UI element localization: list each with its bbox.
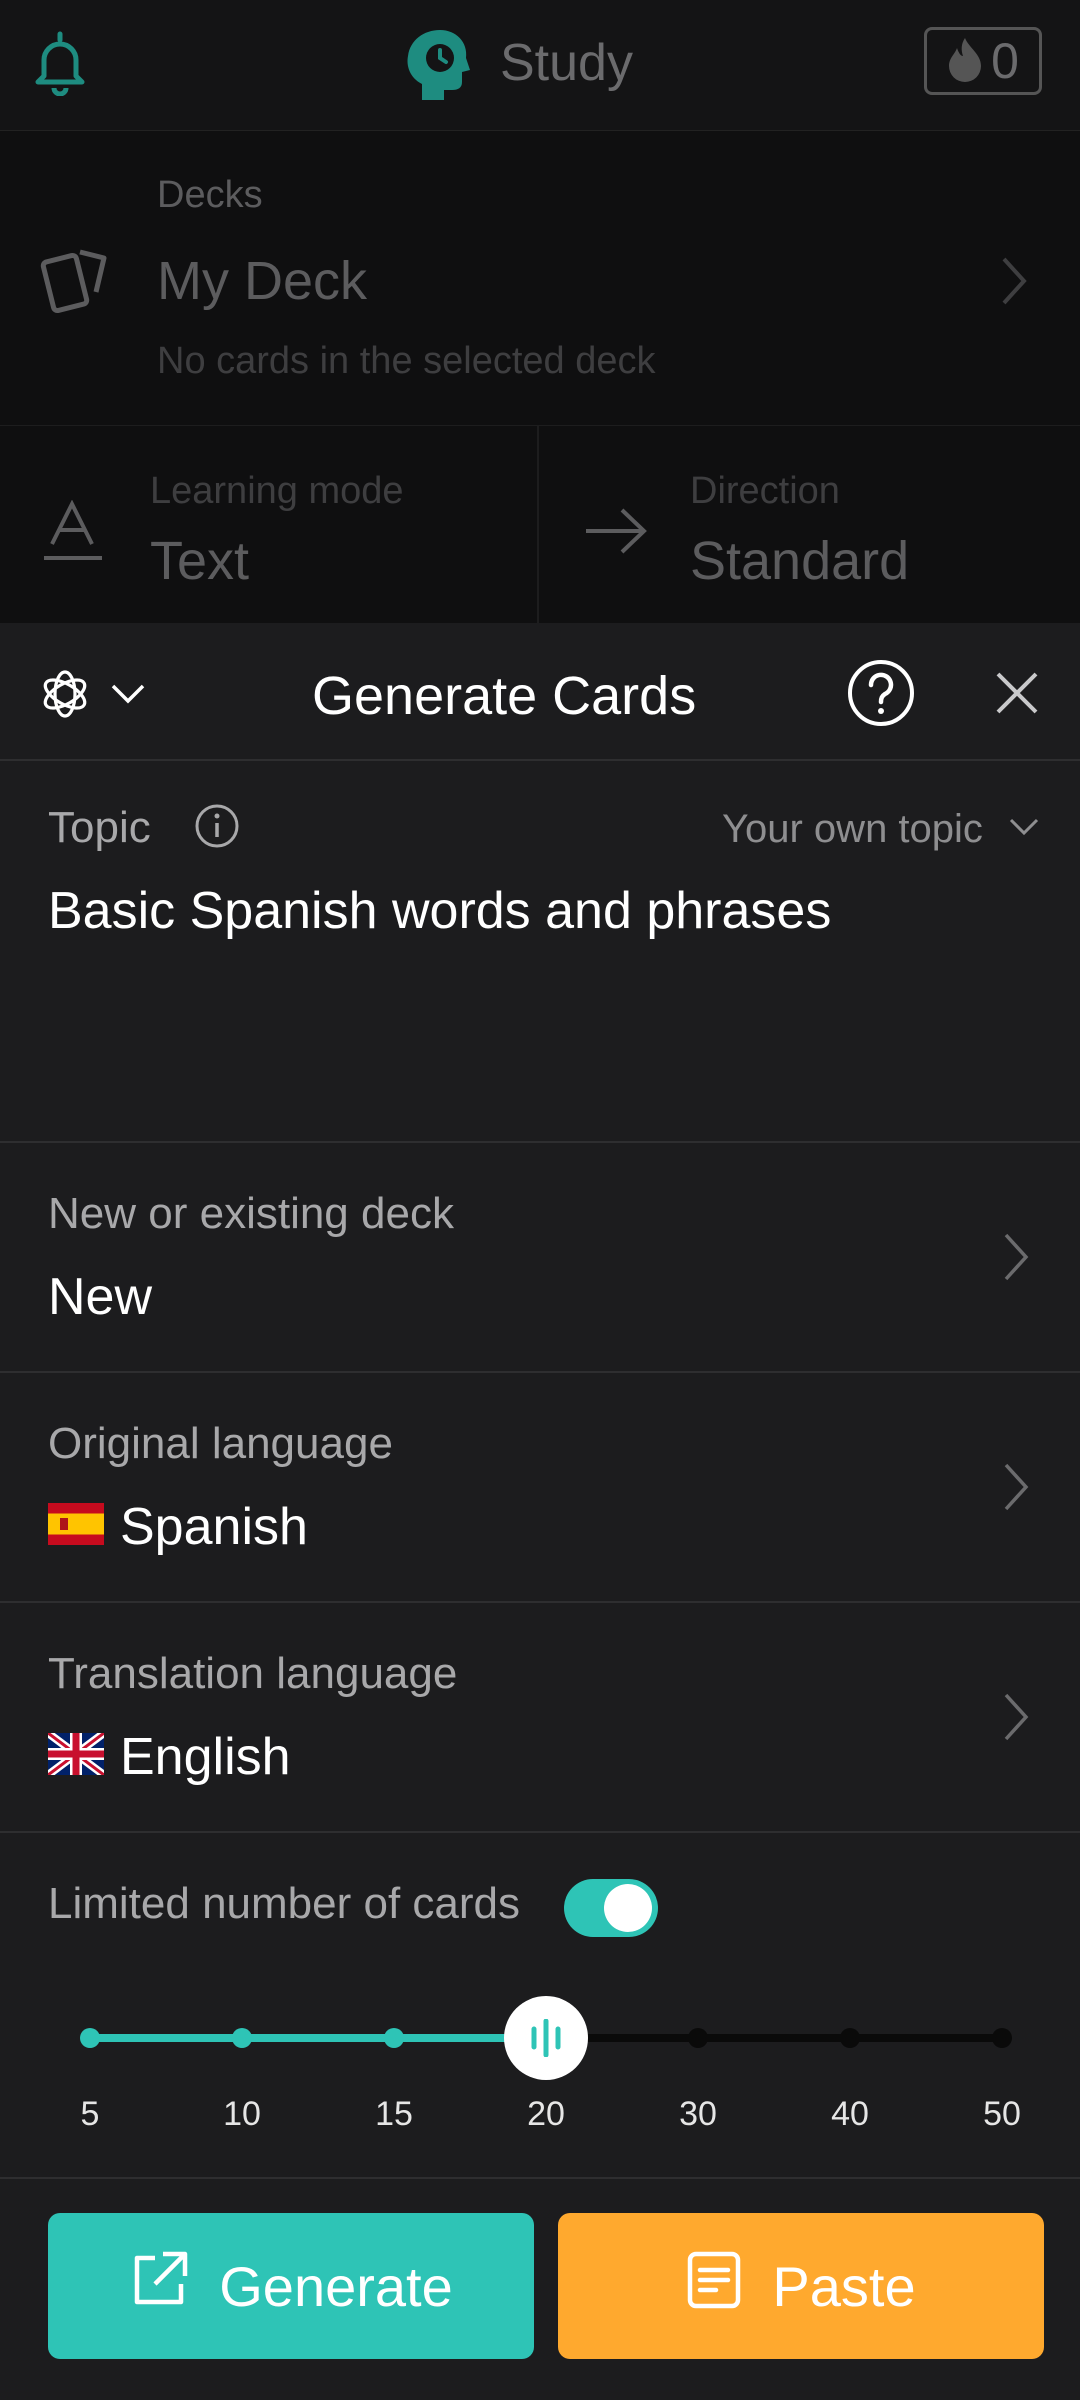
flame-icon xyxy=(947,36,983,87)
learning-mode-value: Text xyxy=(150,531,250,591)
external-link-icon xyxy=(129,2250,189,2323)
tick-label: 30 xyxy=(679,2095,717,2133)
slider-fill xyxy=(90,2034,546,2042)
chevron-right-icon xyxy=(1000,255,1028,307)
text-mode-icon xyxy=(42,499,104,569)
info-icon[interactable] xyxy=(194,803,240,854)
learning-mode-label: Learning mode xyxy=(150,470,404,512)
page-title: Study xyxy=(500,34,633,92)
document-icon xyxy=(686,2250,742,2323)
chevron-right-icon xyxy=(1002,1691,1030,1743)
tick-label: 10 xyxy=(223,2095,261,2133)
chevron-down-icon xyxy=(110,683,146,710)
deck-choice-label: New or existing deck xyxy=(48,1189,454,1238)
tick-label: 50 xyxy=(983,2095,1021,2133)
slider-dot xyxy=(840,2028,860,2048)
direction-label: Direction xyxy=(690,470,840,512)
original-language-row[interactable] xyxy=(0,1373,1080,1601)
tick-label-selected: 20 xyxy=(527,2095,565,2133)
paste-button[interactable]: Paste xyxy=(558,2213,1044,2359)
help-icon[interactable] xyxy=(846,658,916,733)
cards-icon xyxy=(40,240,116,316)
deck-status: No cards in the selected deck xyxy=(157,340,656,382)
spain-flag-icon xyxy=(48,1503,104,1550)
limit-label: Limited number of cards xyxy=(48,1879,520,1928)
grip-icon xyxy=(531,2019,561,2057)
topic-type-value: Your own topic xyxy=(722,807,983,851)
deck-choice-value: New xyxy=(48,1268,153,1326)
topic-input[interactable]: Basic Spanish words and phrases xyxy=(48,881,1038,1031)
bell-icon[interactable] xyxy=(34,30,86,97)
chevron-right-icon xyxy=(1002,1231,1030,1283)
tick-label: 15 xyxy=(375,2095,413,2133)
translation-language-label: Translation language xyxy=(48,1649,458,1698)
arrow-right-icon xyxy=(584,506,648,561)
original-language-value: Spanish xyxy=(120,1498,308,1556)
deck-label: Decks xyxy=(157,174,263,216)
deck-choice-row[interactable] xyxy=(0,1143,1080,1371)
streak-count: 0 xyxy=(991,33,1019,89)
chevron-right-icon xyxy=(1002,1461,1030,1513)
original-language-label: Original language xyxy=(48,1419,393,1468)
close-icon[interactable] xyxy=(994,670,1040,721)
generate-button[interactable]: Generate xyxy=(48,2213,534,2359)
chevron-down-icon xyxy=(1009,818,1039,841)
tick-label: 40 xyxy=(831,2095,869,2133)
generate-label: Generate xyxy=(219,2254,453,2318)
streak-badge[interactable]: 0 xyxy=(924,27,1042,95)
slider-thumb[interactable] xyxy=(504,1996,588,2080)
ai-model-selector[interactable] xyxy=(38,665,158,727)
topic-type-selector[interactable]: Your own topic xyxy=(722,807,1039,852)
study-head-icon xyxy=(404,28,470,102)
sheet-title: Generate Cards xyxy=(312,666,697,726)
card-count-slider[interactable] xyxy=(60,1993,1020,2083)
tick-label: 5 xyxy=(80,2095,100,2133)
slider-dot xyxy=(384,2028,404,2048)
paste-label: Paste xyxy=(772,2254,916,2318)
slider-dot xyxy=(992,2028,1012,2048)
direction-value: Standard xyxy=(690,531,910,591)
deck-name: My Deck xyxy=(157,251,368,311)
openai-icon xyxy=(38,667,92,726)
divider xyxy=(0,759,1080,761)
uk-flag-icon xyxy=(45,1729,107,1780)
toggle-knob xyxy=(604,1884,652,1932)
slider-dot xyxy=(232,2028,252,2048)
topic-label: Topic xyxy=(48,803,151,852)
limit-toggle[interactable] xyxy=(564,1879,658,1937)
divider xyxy=(0,2177,1080,2179)
slider-dot xyxy=(688,2028,708,2048)
divider xyxy=(0,1831,1080,1833)
translation-language-value: English xyxy=(120,1728,291,1786)
slider-dot xyxy=(80,2028,100,2048)
translation-language-row[interactable] xyxy=(0,1603,1080,1831)
generate-cards-sheet: Generate Cards Topic Your own topic Basi… xyxy=(0,623,1080,2400)
